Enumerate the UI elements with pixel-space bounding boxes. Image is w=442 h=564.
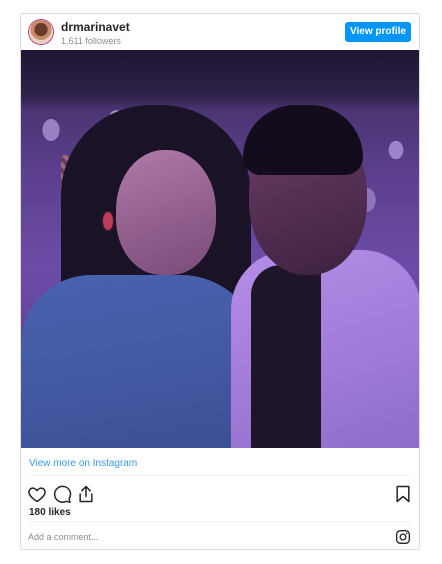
divider (29, 475, 411, 476)
photo-person-right-jacket (251, 265, 321, 448)
photo-earring (101, 210, 115, 232)
comment-icon[interactable] (52, 484, 72, 504)
instagram-embed-card: drmarinavet 1,611 followers View profile… (20, 13, 420, 550)
photo-person-left-face (116, 150, 216, 275)
comment-input[interactable] (28, 529, 328, 545)
username-link[interactable]: drmarinavet (61, 21, 130, 34)
bookmark-icon[interactable] (393, 484, 413, 504)
follower-count: 1,611 followers (61, 36, 121, 46)
user-info: drmarinavet 1,611 followers (61, 21, 130, 47)
divider (29, 521, 411, 522)
post-photo[interactable] (21, 50, 419, 448)
post-header: drmarinavet 1,611 followers View profile (21, 14, 419, 50)
avatar[interactable] (29, 20, 53, 44)
action-bar (21, 481, 419, 507)
instagram-icon[interactable] (395, 529, 411, 545)
view-profile-button[interactable]: View profile (345, 22, 411, 42)
view-more-link[interactable]: View more on Instagram (29, 457, 137, 471)
comment-row (21, 525, 419, 549)
like-count[interactable]: 180 likes (29, 507, 71, 519)
heart-icon[interactable] (27, 484, 47, 504)
share-icon[interactable] (76, 484, 96, 504)
photo-person-left-jacket (21, 275, 261, 448)
